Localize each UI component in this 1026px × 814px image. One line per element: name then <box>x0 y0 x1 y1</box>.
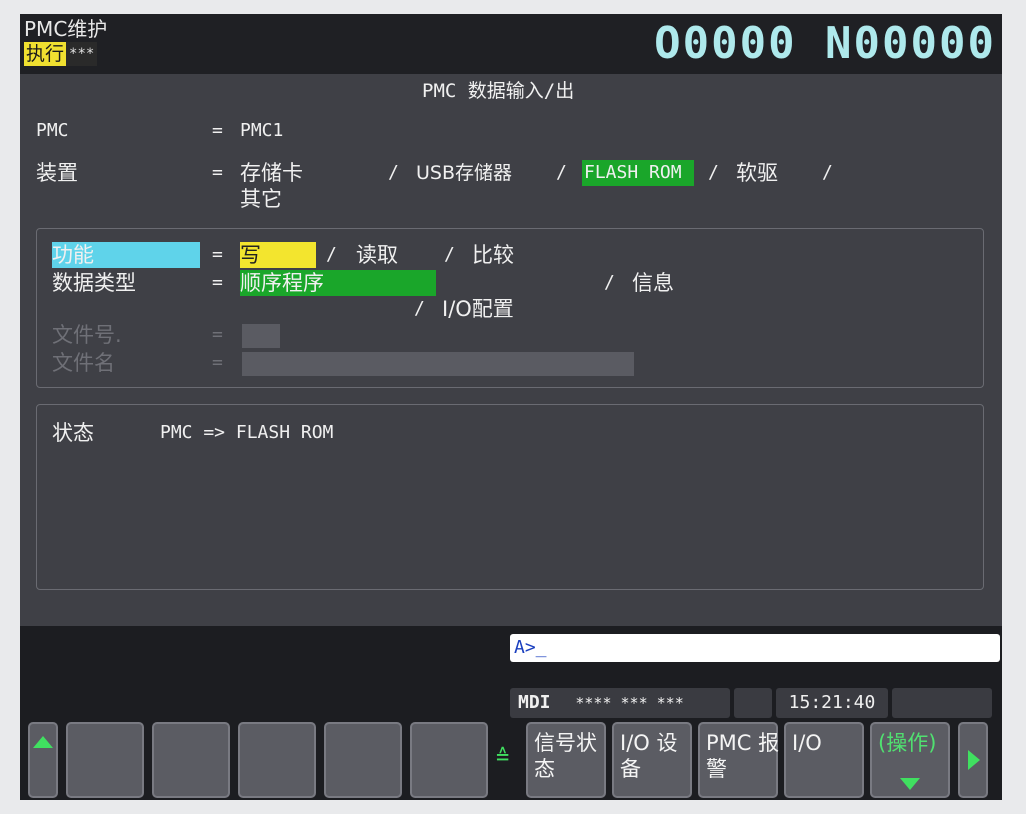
softkey-5[interactable] <box>410 722 488 798</box>
device-option-flash-rom[interactable]: FLASH ROM <box>584 160 682 186</box>
header-bar: PMC维护 执行 *** O0000 N00000 <box>20 14 1002 74</box>
cnc-screen: PMC维护 执行 *** O0000 N00000 PMC 数据输入/出 PMC… <box>20 14 1002 800</box>
file-name-field[interactable] <box>242 352 634 376</box>
softkey-next[interactable] <box>958 722 988 798</box>
bottom-area: A>_ MDI **** *** *** 15:21:40 ≙ 信号状 态 I/… <box>20 626 1002 800</box>
run-state-stars: *** <box>66 42 98 66</box>
data-type-label: 数据类型 <box>52 271 136 295</box>
continue-icon: ≙ <box>496 745 510 770</box>
file-no-field[interactable] <box>242 324 280 348</box>
device-eq: = <box>212 162 223 183</box>
device-option-usb[interactable]: USB存储器 <box>416 160 512 186</box>
softkey-signal-status-label: 信号状 态 <box>534 731 597 781</box>
device-sep: / <box>556 162 567 183</box>
status-bar-mode-text: MDI <box>518 692 551 713</box>
command-input[interactable]: A>_ <box>510 634 1000 662</box>
data-type-sep: / <box>414 298 425 319</box>
status-value: PMC => FLASH ROM <box>160 422 334 443</box>
softkey-4[interactable] <box>324 722 402 798</box>
pmc-label: PMC <box>36 120 69 141</box>
function-option-read[interactable]: 读取 <box>356 242 398 268</box>
device-sep: / <box>388 162 399 183</box>
program-number: O0000 N00000 <box>654 18 996 69</box>
softkey-2[interactable] <box>152 722 230 798</box>
arrow-down-icon <box>900 778 920 790</box>
arrow-right-icon <box>968 750 980 770</box>
status-bar-blank <box>734 688 772 718</box>
softkey-1[interactable] <box>66 722 144 798</box>
page-title: PMC 数据输入/出 <box>422 80 575 102</box>
data-type-sep: / <box>604 272 615 293</box>
pmc-eq: = <box>212 120 223 141</box>
softkey-operation-label: (操作) <box>878 731 937 755</box>
run-state-label: 执行 <box>24 42 67 66</box>
status-bar-time: 15:21:40 <box>776 688 888 718</box>
pmc-value: PMC1 <box>240 120 284 141</box>
screen-mode: PMC维护 <box>24 17 108 41</box>
softkey-signal-status[interactable]: 信号状 态 <box>526 722 606 798</box>
file-no-eq: = <box>212 324 223 345</box>
function-sep: / <box>326 244 337 265</box>
softkey-io-device-label: I/O 设 备 <box>620 731 678 781</box>
softkey-io-device[interactable]: I/O 设 备 <box>612 722 692 798</box>
data-type-option-io-config[interactable]: I/O配置 <box>442 296 514 322</box>
main-area: PMC 数据输入/出 PMC = PMC1 装置 = 存储卡 / USB存储器 … <box>20 74 1002 626</box>
softkey-pmc-alarm-label: PMC 报 警 <box>706 731 780 781</box>
softkey-prev[interactable] <box>28 722 58 798</box>
softkey-operation[interactable]: (操作) <box>870 722 950 798</box>
softkey-io-label: I/O <box>792 731 822 755</box>
file-name-label: 文件名 <box>52 351 115 375</box>
function-option-write[interactable]: 写 <box>240 242 261 268</box>
status-bar-stars: **** *** *** <box>575 694 684 712</box>
device-sep: / <box>822 162 833 183</box>
data-type-option-sequence[interactable]: 顺序程序 <box>240 270 324 296</box>
data-type-option-message[interactable]: 信息 <box>632 270 674 296</box>
softkey-3[interactable] <box>238 722 316 798</box>
run-state: 执行 *** <box>24 42 98 66</box>
function-sep: / <box>444 244 455 265</box>
status-bar-blank-2 <box>892 688 992 718</box>
status-bar-mode: MDI **** *** *** <box>510 688 730 718</box>
function-option-compare[interactable]: 比较 <box>472 242 514 268</box>
softkey-io[interactable]: I/O <box>784 722 864 798</box>
device-option-memory-card[interactable]: 存储卡 <box>240 160 303 186</box>
softkey-pmc-alarm[interactable]: PMC 报 警 <box>698 722 780 798</box>
device-label: 装置 <box>36 161 78 185</box>
function-eq: = <box>212 244 223 265</box>
status-label: 状态 <box>52 421 94 445</box>
arrow-up-icon <box>33 736 53 748</box>
device-option-floppy[interactable]: 软驱 <box>736 160 778 186</box>
device-option-other[interactable]: 其它 <box>240 186 282 212</box>
file-no-label: 文件号. <box>52 323 122 347</box>
file-name-eq: = <box>212 352 223 373</box>
device-sep: / <box>708 162 719 183</box>
function-label: 功能 <box>52 243 94 267</box>
data-type-eq: = <box>212 272 223 293</box>
